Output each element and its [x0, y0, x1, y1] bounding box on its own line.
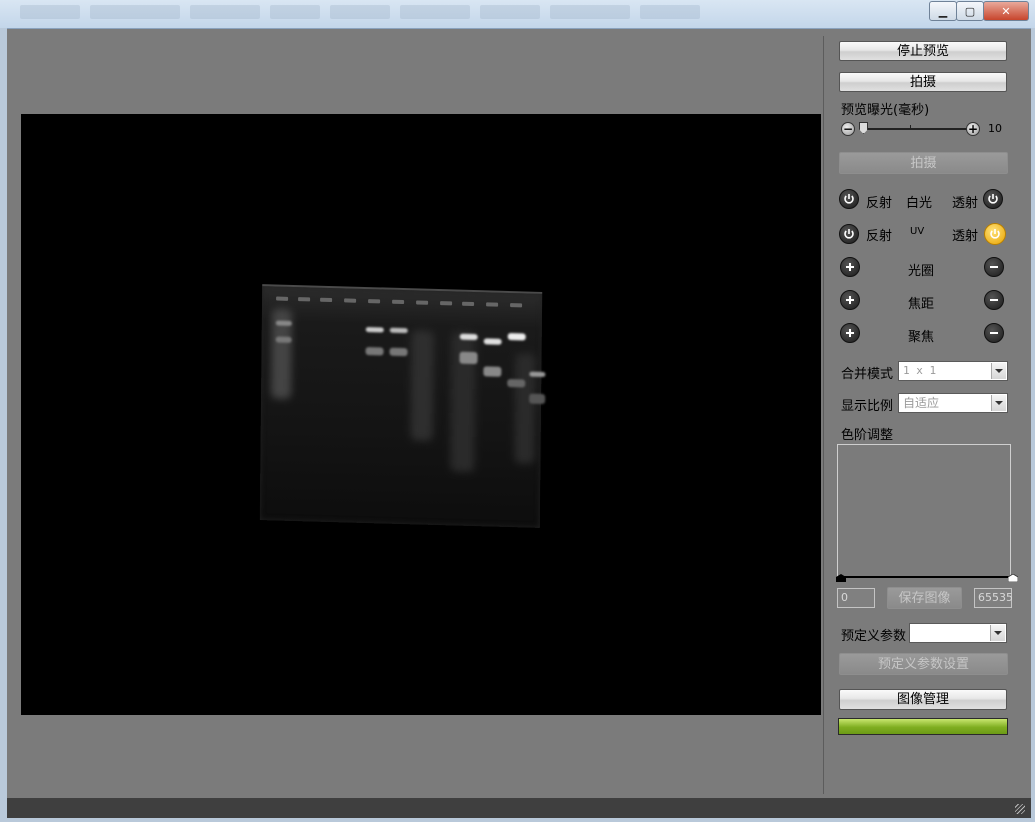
gel-image [259, 284, 546, 528]
exposure-slider-track[interactable] [860, 128, 972, 130]
preset-select[interactable] [909, 623, 1007, 643]
image-management-button[interactable]: 图像管理 [839, 689, 1007, 710]
plus-icon [846, 296, 854, 304]
resize-grip-icon[interactable] [1015, 804, 1025, 814]
display-scale-select[interactable]: 自适应 [898, 393, 1008, 413]
levels-min-input[interactable]: 0 [837, 588, 875, 608]
plus-icon: + [967, 122, 979, 136]
focus-increase-button[interactable] [840, 323, 860, 343]
exposure-slider-thumb[interactable] [859, 122, 868, 134]
plus-icon [846, 329, 854, 337]
focal-length-label: 焦距 [908, 297, 935, 312]
levels-max-input[interactable]: 65535 [974, 588, 1013, 608]
levels-label: 色阶调整 [841, 428, 894, 443]
white-reflect-label: 反射 [866, 196, 893, 211]
chevron-down-icon[interactable] [990, 625, 1005, 641]
window-frame-left [0, 28, 7, 822]
toolbar-strip [20, 5, 700, 21]
levels-max-handle[interactable] [1008, 574, 1018, 582]
focal-length-increase-button[interactable] [840, 290, 860, 310]
power-icon [844, 229, 854, 239]
uv-reflect-label: 反射 [866, 229, 893, 244]
display-scale-value: 自适应 [903, 396, 940, 410]
aperture-increase-button[interactable] [840, 257, 860, 277]
white-transmit-toggle[interactable] [983, 189, 1003, 209]
capture-button-disabled[interactable]: 拍摄 [839, 152, 1008, 174]
minus-icon [990, 299, 998, 301]
white-transmit-label: 透射 [952, 196, 979, 211]
display-scale-label: 显示比例 [841, 399, 894, 414]
close-button[interactable]: ✕ [983, 1, 1029, 21]
maximize-button[interactable]: ▢ [956, 1, 984, 21]
focal-length-decrease-button[interactable] [984, 290, 1004, 310]
exposure-value: 10 [988, 122, 1002, 135]
window-frame-bottom [0, 818, 1035, 822]
minus-icon [990, 332, 998, 334]
merge-mode-select[interactable]: 1 x 1 [898, 361, 1008, 381]
minus-icon [990, 266, 998, 268]
uv-light-label: UV [910, 226, 925, 237]
aperture-label: 光圈 [908, 264, 935, 279]
camera-preview[interactable] [21, 114, 821, 715]
focus-label: 聚焦 [908, 330, 935, 345]
chevron-down-icon[interactable] [991, 363, 1006, 379]
minus-icon: − [842, 122, 854, 136]
preset-label: 预定义参数 [841, 629, 907, 644]
slider-tick [910, 125, 911, 130]
title-bar: ▁ ▢ ✕ [0, 0, 1035, 29]
chevron-down-icon[interactable] [991, 395, 1006, 411]
exposure-label: 预览曝光(毫秒) [841, 103, 930, 118]
power-icon [990, 229, 1000, 239]
aperture-decrease-button[interactable] [984, 257, 1004, 277]
merge-mode-value: 1 x 1 [903, 364, 937, 377]
plus-icon [846, 263, 854, 271]
power-icon [988, 194, 998, 204]
panel-divider [823, 36, 824, 794]
progress-fill [839, 719, 1007, 734]
capture-button[interactable]: 拍摄 [839, 72, 1007, 92]
progress-bar [838, 718, 1008, 735]
white-light-label: 白光 [906, 196, 933, 211]
exposure-increase-button[interactable]: + [966, 122, 980, 136]
power-icon [844, 194, 854, 204]
preset-settings-button[interactable]: 预定义参数设置 [839, 653, 1008, 675]
levels-min-handle[interactable] [836, 574, 846, 582]
exposure-decrease-button[interactable]: − [841, 122, 855, 136]
save-image-button[interactable]: 保存图像 [887, 587, 962, 609]
white-reflect-toggle[interactable] [839, 189, 859, 209]
uv-transmit-label: 透射 [952, 229, 979, 244]
status-bar [7, 798, 1031, 818]
focus-decrease-button[interactable] [984, 323, 1004, 343]
levels-histogram[interactable] [837, 444, 1011, 578]
merge-mode-label: 合并模式 [841, 367, 894, 382]
uv-transmit-toggle[interactable] [984, 223, 1006, 245]
window-frame-right [1031, 28, 1035, 822]
stop-preview-button[interactable]: 停止预览 [839, 41, 1007, 61]
uv-reflect-toggle[interactable] [839, 224, 859, 244]
minimize-button[interactable]: ▁ [929, 1, 957, 21]
